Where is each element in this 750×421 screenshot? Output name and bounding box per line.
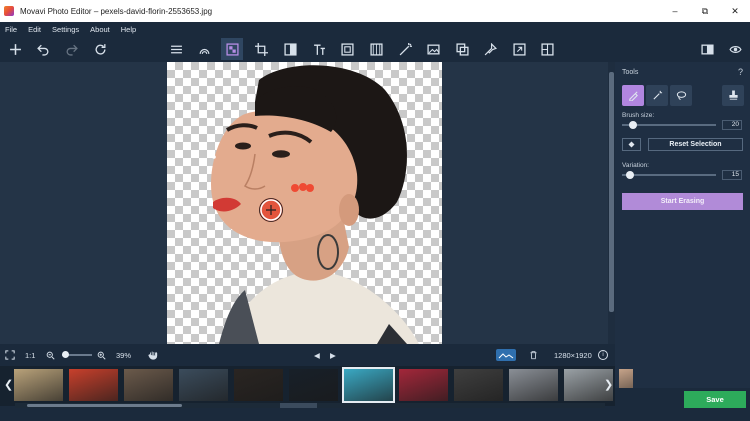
magic-wand-icon[interactable] [394, 38, 416, 60]
variation-slider-thumb[interactable] [625, 171, 634, 179]
brush-size-slider-thumb[interactable] [629, 121, 638, 129]
menu-settings[interactable]: Settings [52, 25, 79, 34]
object-removal-icon[interactable] [279, 38, 301, 60]
main-toolbar [0, 36, 750, 62]
previous-image-icon[interactable]: ◀ [314, 344, 320, 366]
add-icon[interactable] [4, 38, 26, 60]
filmstrip-thumbnail[interactable] [289, 369, 338, 401]
app-logo-icon [4, 6, 14, 16]
filmstrip-thumbnail[interactable] [234, 369, 283, 401]
brush-size-value[interactable]: 20 [722, 120, 742, 130]
brush-size-label: Brush size: [622, 112, 655, 119]
bottom-bar: 1:1 39% ◀ ▶ 1280×1920 i [0, 344, 615, 366]
variation-label: Variation: [622, 162, 649, 169]
zoom-level: 39% [116, 350, 132, 360]
adjust-icon[interactable] [165, 38, 187, 60]
minimize-button[interactable]: – [660, 0, 690, 22]
lasso-tool-button[interactable] [670, 85, 692, 106]
title-bar: Movavi Photo Editor – pexels-david-flori… [0, 0, 750, 22]
fill-bucket-icon [628, 141, 635, 148]
status-strip [0, 408, 615, 421]
vertical-scrollbar[interactable] [608, 62, 615, 344]
frame-icon[interactable] [336, 38, 358, 60]
zoom-slider-thumb[interactable] [62, 351, 69, 358]
edited-photo[interactable] [167, 62, 442, 344]
variation-value[interactable]: 15 [722, 170, 742, 180]
menu-help[interactable]: Help [121, 25, 136, 34]
canvas-area[interactable] [0, 62, 615, 344]
portrait-image [211, 65, 419, 344]
panel-title: Tools [622, 69, 639, 76]
vertical-scrollbar-thumb[interactable] [609, 72, 614, 312]
layers-icon[interactable] [451, 38, 473, 60]
crop-icon[interactable] [250, 38, 272, 60]
filmstrip-scrollbar-thumb[interactable] [27, 404, 182, 407]
zoom-out-icon[interactable] [46, 344, 55, 366]
filmstrip-thumbnail[interactable] [14, 369, 63, 401]
lasso-icon [676, 91, 686, 101]
filmstrip-right-arrow-icon[interactable]: ❯ [604, 378, 613, 391]
brush-tool-button[interactable] [622, 85, 644, 106]
split-view-icon[interactable] [696, 38, 718, 60]
effects-icon[interactable] [365, 38, 387, 60]
filmstrip-thumbnail[interactable] [124, 369, 173, 401]
photo-editor-window: Movavi Photo Editor – pexels-david-flori… [0, 0, 750, 421]
pin-icon[interactable] [479, 38, 501, 60]
filmstrip: ❮ ❯ [0, 366, 633, 406]
next-image-icon[interactable]: ▶ [330, 344, 336, 366]
reset-selection-button[interactable]: Reset Selection [648, 138, 743, 151]
retouch-icon[interactable] [193, 38, 215, 60]
preview-eye-icon[interactable] [724, 38, 746, 60]
actual-size-button[interactable]: 1:1 [25, 344, 35, 366]
tools-panel: Tools ? Brush size: 20 Reset Selection V… [615, 62, 750, 388]
undo-icon[interactable] [32, 38, 54, 60]
filmstrip-thumbnail[interactable] [342, 367, 395, 403]
filmstrip-thumbnail[interactable] [69, 369, 118, 401]
text-icon[interactable] [308, 38, 330, 60]
footer: Save [615, 388, 750, 421]
filmstrip-left-arrow-icon[interactable]: ❮ [4, 378, 13, 391]
menu-file[interactable]: File [5, 25, 17, 34]
maximize-button[interactable]: ⧉ [690, 0, 720, 22]
reset-icon[interactable] [89, 38, 111, 60]
magic-wand-tool-icon [652, 90, 662, 100]
stamp-icon [728, 90, 738, 100]
image-icon[interactable] [422, 38, 444, 60]
menu-edit[interactable]: Edit [28, 25, 41, 34]
filmstrip-thumbnail[interactable] [509, 369, 558, 401]
window-controls: – ⧉ ✕ [660, 0, 750, 22]
brush-icon [628, 91, 638, 101]
filmstrip-thumbnail[interactable] [179, 369, 228, 401]
delete-icon[interactable] [529, 344, 538, 366]
fill-bucket-button[interactable] [622, 138, 641, 151]
image-dimensions: 1280×1920 [554, 350, 592, 360]
close-button[interactable]: ✕ [720, 0, 750, 22]
background-removal-icon[interactable] [221, 38, 243, 60]
redo-icon[interactable] [60, 38, 82, 60]
variation-slider-track[interactable] [622, 174, 716, 176]
stamp-tool-button[interactable] [722, 85, 744, 106]
filmstrip-thumbnail[interactable] [399, 369, 448, 401]
save-button[interactable]: Save [684, 391, 746, 408]
image-info-icon[interactable]: i [598, 344, 608, 366]
hand-tool-icon[interactable] [148, 344, 158, 366]
fit-screen-icon[interactable] [5, 344, 15, 366]
compare-grid-icon[interactable] [536, 38, 558, 60]
photo-thumbnail-toggle-icon[interactable] [496, 344, 516, 366]
menu-bar: File Edit Settings About Help [0, 22, 750, 36]
wand-tool-button[interactable] [646, 85, 668, 106]
zoom-in-icon[interactable] [97, 344, 106, 366]
filmstrip-thumbnail[interactable] [454, 369, 503, 401]
help-icon[interactable]: ? [738, 67, 743, 77]
resize-icon[interactable] [508, 38, 530, 60]
window-title: Movavi Photo Editor – pexels-david-flori… [20, 6, 213, 16]
start-erasing-button[interactable]: Start Erasing [622, 193, 743, 210]
menu-about[interactable]: About [90, 25, 110, 34]
